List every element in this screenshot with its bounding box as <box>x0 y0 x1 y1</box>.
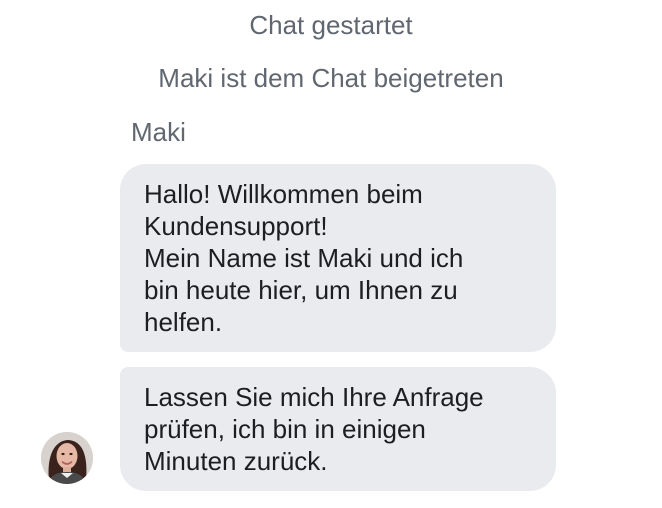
message-line: Minuten zurück. <box>144 446 328 476</box>
chat-transcript: Chat gestartet Maki ist dem Chat beigetr… <box>0 0 662 508</box>
message-line: helfen. <box>144 307 223 337</box>
system-message-agent-joined: Maki ist dem Chat beigetreten <box>158 63 504 93</box>
message-line: Kundensupport! <box>144 211 328 241</box>
message-line: Hallo! Willkommen beim <box>144 179 423 209</box>
agent-name-label: Maki <box>131 117 186 147</box>
message-line: Lassen Sie mich Ihre Anfrage <box>144 382 484 412</box>
message-line: bin heute hier, um Ihnen zu <box>144 275 458 305</box>
message-line: Mein Name ist Maki und ich <box>144 243 464 273</box>
agent-message-bubble: Hallo! Willkommen beim Kundensupport! Me… <box>120 164 556 352</box>
message-line: prüfen, ich bin in einigen <box>144 414 426 444</box>
agent-message-bubble: Lassen Sie mich Ihre Anfrage prüfen, ich… <box>120 367 556 491</box>
agent-avatar-icon <box>41 432 93 484</box>
system-message-chat-started: Chat gestartet <box>249 10 413 40</box>
